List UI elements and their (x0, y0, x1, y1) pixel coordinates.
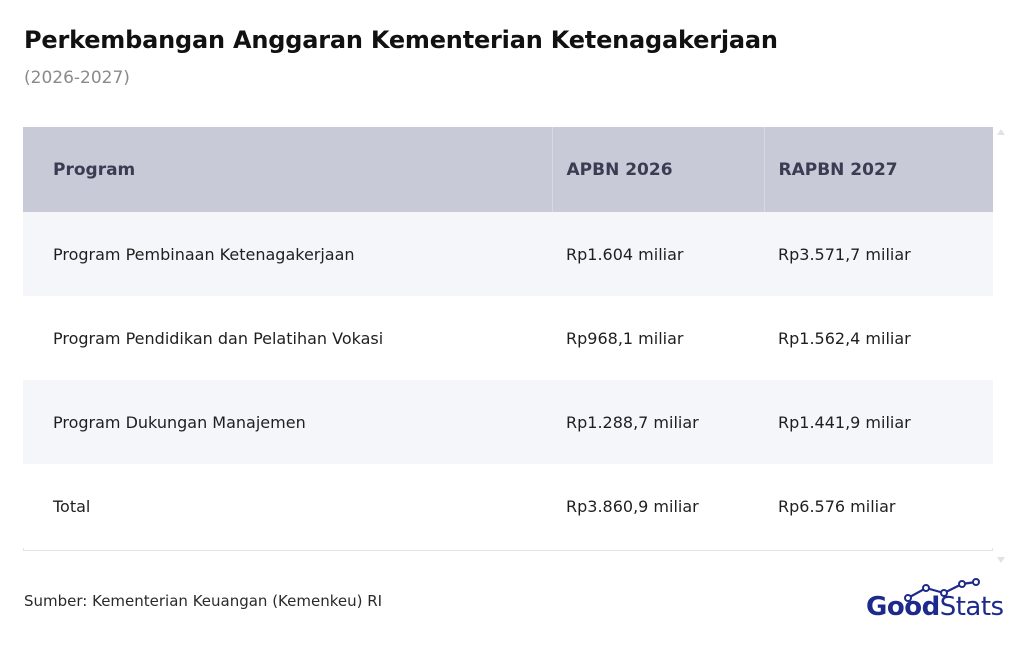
table-cell-program: Total (23, 464, 552, 548)
table-row: Program Dukungan Manajemen Rp1.288,7 mil… (23, 380, 993, 464)
table-cell-rapbn-2027: Rp3.571,7 miliar (764, 212, 993, 296)
table-cell-apbn-2026: Rp968,1 miliar (552, 296, 764, 380)
table-cell-program: Program Pembinaan Ketenagakerjaan (23, 212, 552, 296)
page: Perkembangan Anggaran Kementerian Ketena… (0, 0, 1026, 648)
data-table-container[interactable]: Program APBN 2026 RAPBN 2027 Program Pem… (23, 127, 993, 551)
table-cell-rapbn-2027: Rp1.441,9 miliar (764, 380, 993, 464)
table-cell-apbn-2026: Rp1.604 miliar (552, 212, 764, 296)
table-cell-program: Program Pendidikan dan Pelatihan Vokasi (23, 296, 552, 380)
column-header-rapbn-2027: RAPBN 2027 (764, 127, 993, 212)
logo-wordmark: GoodStats (866, 592, 1004, 622)
scroll-down-icon[interactable] (997, 557, 1005, 563)
table-row-total: Total Rp3.860,9 miliar Rp6.576 miliar (23, 464, 993, 548)
table-row: Program Pembinaan Ketenagakerjaan Rp1.60… (23, 212, 993, 296)
goodstats-logo: GoodStats (866, 578, 1012, 628)
data-table: Program APBN 2026 RAPBN 2027 Program Pem… (23, 127, 993, 548)
column-header-apbn-2026: APBN 2026 (552, 127, 765, 212)
scroll-up-icon[interactable] (997, 129, 1005, 135)
column-header-program: Program (23, 127, 553, 212)
table-cell-program: Program Dukungan Manajemen (23, 380, 552, 464)
logo-stats-text: Stats (939, 592, 1004, 622)
table-cell-apbn-2026: Rp1.288,7 miliar (552, 380, 764, 464)
table-cell-rapbn-2027: Rp1.562,4 miliar (764, 296, 993, 380)
page-subtitle: (2026-2027) (24, 68, 130, 88)
table-cell-apbn-2026: Rp3.860,9 miliar (552, 464, 764, 548)
table-header-row: Program APBN 2026 RAPBN 2027 (23, 127, 993, 212)
logo-good-text: Good (866, 592, 940, 622)
source-note: Sumber: Kementerian Keuangan (Kemenkeu) … (24, 592, 383, 610)
page-title: Perkembangan Anggaran Kementerian Ketena… (24, 26, 778, 54)
table-row: Program Pendidikan dan Pelatihan Vokasi … (23, 296, 993, 380)
table-cell-rapbn-2027: Rp6.576 miliar (764, 464, 993, 548)
